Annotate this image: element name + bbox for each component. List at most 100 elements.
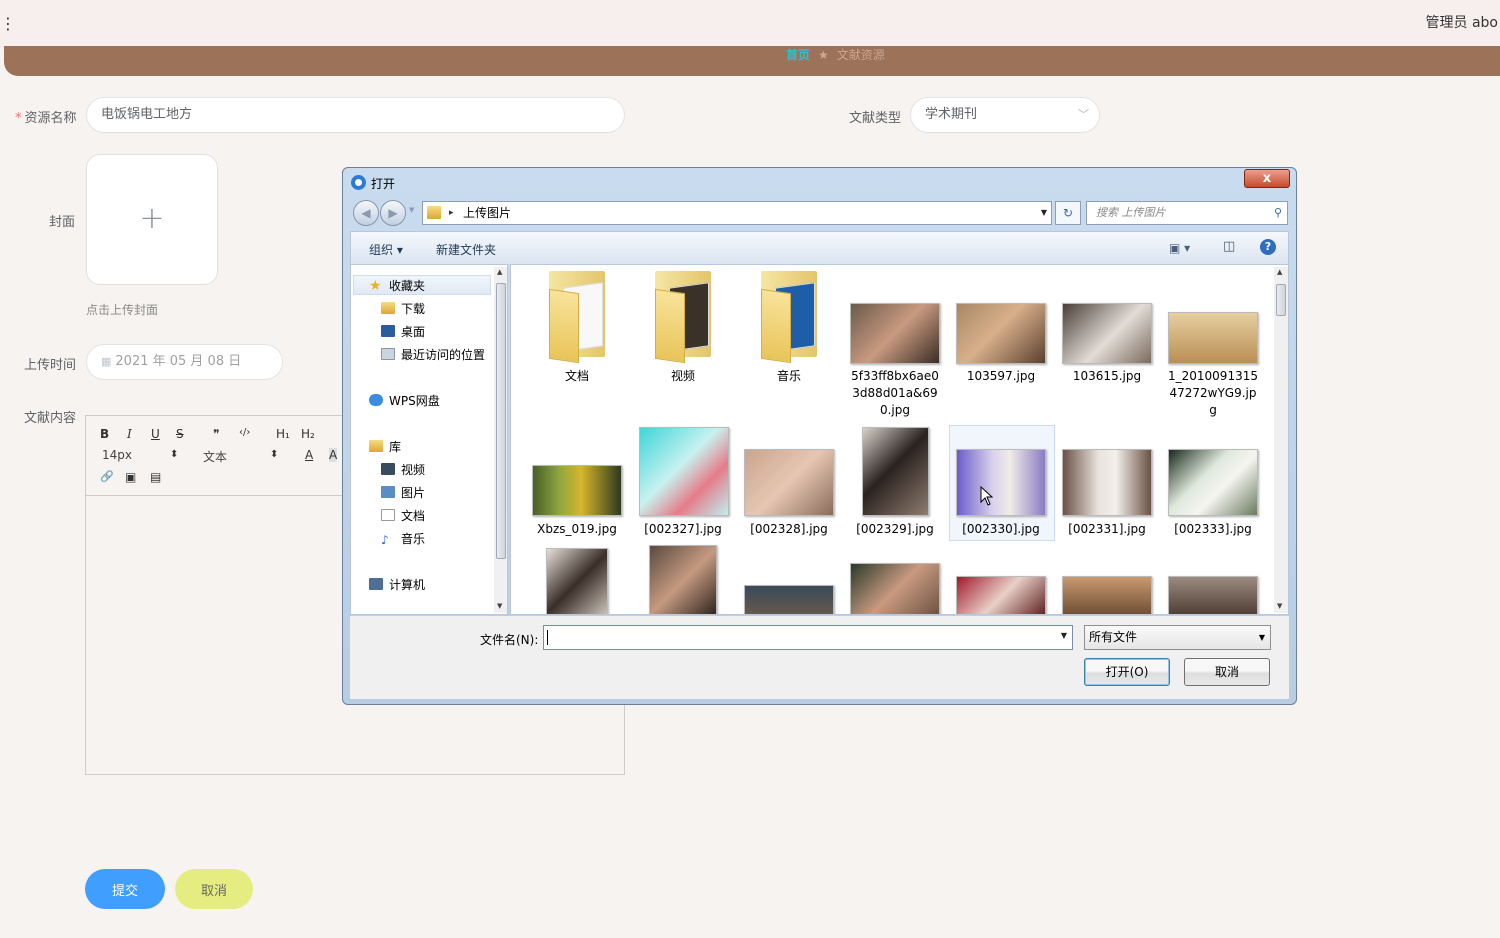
file-item[interactable]: 文档 (525, 265, 629, 415)
views-button[interactable]: ▣ ▾ (1169, 241, 1190, 255)
image-thumbnail[interactable] (850, 563, 940, 614)
file-item[interactable]: [002327].jpg (631, 425, 735, 540)
italic-button[interactable]: I (127, 427, 132, 441)
cover-hint: 点击上传封面 (86, 303, 159, 317)
file-item[interactable]: [002333].jpg (1161, 425, 1265, 540)
image-thumbnail[interactable] (649, 545, 717, 614)
image-thumbnail[interactable] (1062, 576, 1152, 614)
file-name: 文档 (564, 369, 589, 383)
bg-color-button[interactable]: A (329, 448, 338, 462)
nav-documents[interactable]: 文档 (381, 507, 425, 524)
file-list-scroll-thumb[interactable] (1276, 284, 1286, 316)
nav-videos[interactable]: 视频 (381, 461, 425, 478)
cancel-button[interactable]: 取消 (175, 869, 253, 909)
file-name: 103615.jpg (1072, 369, 1142, 383)
file-name: [002329].jpg (856, 522, 934, 536)
image-thumbnail[interactable] (956, 576, 1046, 614)
breadcrumb: 首页 ★ 文献资源 (786, 46, 885, 63)
video-icon[interactable]: ▤ (150, 470, 161, 484)
file-item[interactable]: 103597.jpg (949, 265, 1053, 415)
search-input[interactable]: 搜索 上传图片 ⚲ (1086, 201, 1288, 225)
file-item[interactable]: [002330].jpg (949, 425, 1053, 540)
nav-videos-label: 视频 (401, 463, 426, 477)
open-button[interactable]: 打开(O) (1084, 658, 1170, 686)
file-item[interactable]: 视频 (631, 265, 735, 415)
date-value: 2021 年 05 月 08 日 (115, 354, 242, 369)
text-style-select[interactable]: 文本 (203, 448, 227, 465)
type-select[interactable]: 学术期刊 ﹀ (910, 97, 1100, 133)
address-path[interactable]: 上传图片 (463, 202, 511, 224)
scroll-down-icon[interactable]: ▼ (497, 602, 502, 610)
image-icon[interactable]: ▣ (125, 470, 136, 484)
name-label: * 资源名称 (15, 107, 77, 126)
underline-button[interactable]: U (151, 427, 160, 441)
file-item[interactable]: [002329].jpg (843, 425, 947, 540)
time-label: 上传时间 (24, 358, 77, 373)
forward-button[interactable]: ▶ (380, 200, 406, 226)
file-item[interactable]: 音乐 (737, 265, 841, 415)
nav-favorites[interactable]: ★ 收藏夹 (369, 277, 425, 294)
scroll-up-icon[interactable]: ▲ (497, 268, 502, 276)
filename-dropdown-icon[interactable]: ▼ (1061, 631, 1067, 640)
back-button[interactable]: ◀ (353, 200, 379, 226)
date-picker[interactable]: ▦ 2021 年 05 月 08 日 (86, 344, 283, 380)
calendar-icon: ▦ (101, 355, 112, 368)
search-icon[interactable]: ⚲ (1274, 202, 1282, 224)
file-list-scrollbar[interactable]: ▲ ▼ (1274, 267, 1288, 613)
image-thumbnail[interactable] (546, 548, 608, 614)
preview-pane-icon[interactable]: ◫ (1223, 239, 1235, 254)
submit-button[interactable]: 提交 (85, 869, 165, 909)
new-folder-button[interactable]: 新建文件夹 (436, 241, 496, 258)
h2-button[interactable]: H₂ (301, 427, 315, 441)
nav-wps[interactable]: WPS网盘 (369, 392, 440, 409)
scroll-down-icon[interactable]: ▼ (1277, 602, 1282, 610)
image-thumbnail[interactable] (1168, 576, 1258, 614)
file-item[interactable]: Xbzs_019.jpg (525, 425, 629, 540)
nav-pictures-label: 图片 (401, 486, 426, 500)
organize-button[interactable]: 组织 ▾ (369, 241, 403, 258)
file-item[interactable]: [002328].jpg (737, 425, 841, 540)
chevron-right-icon[interactable]: ▸ (449, 202, 454, 224)
top-header: ⋮ 管理员 abo (0, 0, 1500, 48)
filename-input[interactable]: ▼ (543, 625, 1073, 650)
quote-button[interactable]: ❞ (213, 427, 219, 441)
address-dropdown-icon[interactable]: ▼ (1041, 202, 1047, 224)
nav-pictures[interactable]: 图片 (381, 484, 425, 501)
admin-user[interactable]: 管理员 abo (1426, 12, 1498, 32)
folder-icon (761, 271, 817, 364)
close-button[interactable]: x (1244, 169, 1290, 188)
nav-computer[interactable]: 计算机 (369, 576, 425, 593)
nav-music[interactable]: ♪ 音乐 (381, 530, 425, 547)
strike-button[interactable]: S (176, 427, 184, 441)
name-input[interactable]: 电饭锅电工地方 (86, 97, 625, 133)
code-button[interactable]: ‹/› (239, 427, 250, 438)
menu-icon[interactable]: ⋮ (0, 14, 16, 33)
nav-documents-label: 文档 (401, 509, 426, 523)
nav-favorites-label: 收藏夹 (389, 279, 426, 293)
link-icon[interactable]: 🔗 (100, 470, 114, 483)
nav-downloads[interactable]: 下载 (381, 300, 425, 317)
nav-recent[interactable]: 最近访问的位置 (381, 346, 485, 363)
breadcrumb-home[interactable]: 首页 (786, 48, 810, 62)
file-item[interactable]: [002331].jpg (1055, 425, 1159, 540)
file-item[interactable]: 103615.jpg (1055, 265, 1159, 415)
nav-desktop[interactable]: 桌面 (381, 323, 425, 340)
scroll-up-icon[interactable]: ▲ (1277, 268, 1282, 276)
nav-scrollbar[interactable]: ▲ ▼ (494, 267, 507, 613)
file-item[interactable]: 5f33ff8bx6ae03d88d01a&690.jpg (843, 265, 947, 425)
image-thumbnail[interactable] (744, 585, 834, 614)
file-item[interactable]: 1_201009131547272wYG9.jpg (1161, 265, 1265, 417)
address-bar[interactable]: ▸ 上传图片 ▼ (422, 201, 1052, 225)
font-size-select[interactable]: 14px (102, 448, 132, 462)
h1-button[interactable]: H₁ (276, 427, 290, 441)
font-color-button[interactable]: A (305, 448, 313, 462)
filetype-select[interactable]: 所有文件 ▼ (1084, 625, 1271, 650)
help-icon[interactable]: ? (1260, 239, 1276, 255)
refresh-button[interactable]: ↻ (1055, 201, 1081, 225)
bold-button[interactable]: B (100, 427, 109, 441)
dialog-cancel-button[interactable]: 取消 (1184, 658, 1270, 686)
nav-scroll-thumb[interactable] (496, 283, 506, 559)
nav-library[interactable]: 库 (369, 438, 401, 455)
cover-uploader[interactable]: + (86, 154, 218, 285)
history-dropdown-icon[interactable]: ▼ (409, 206, 414, 214)
